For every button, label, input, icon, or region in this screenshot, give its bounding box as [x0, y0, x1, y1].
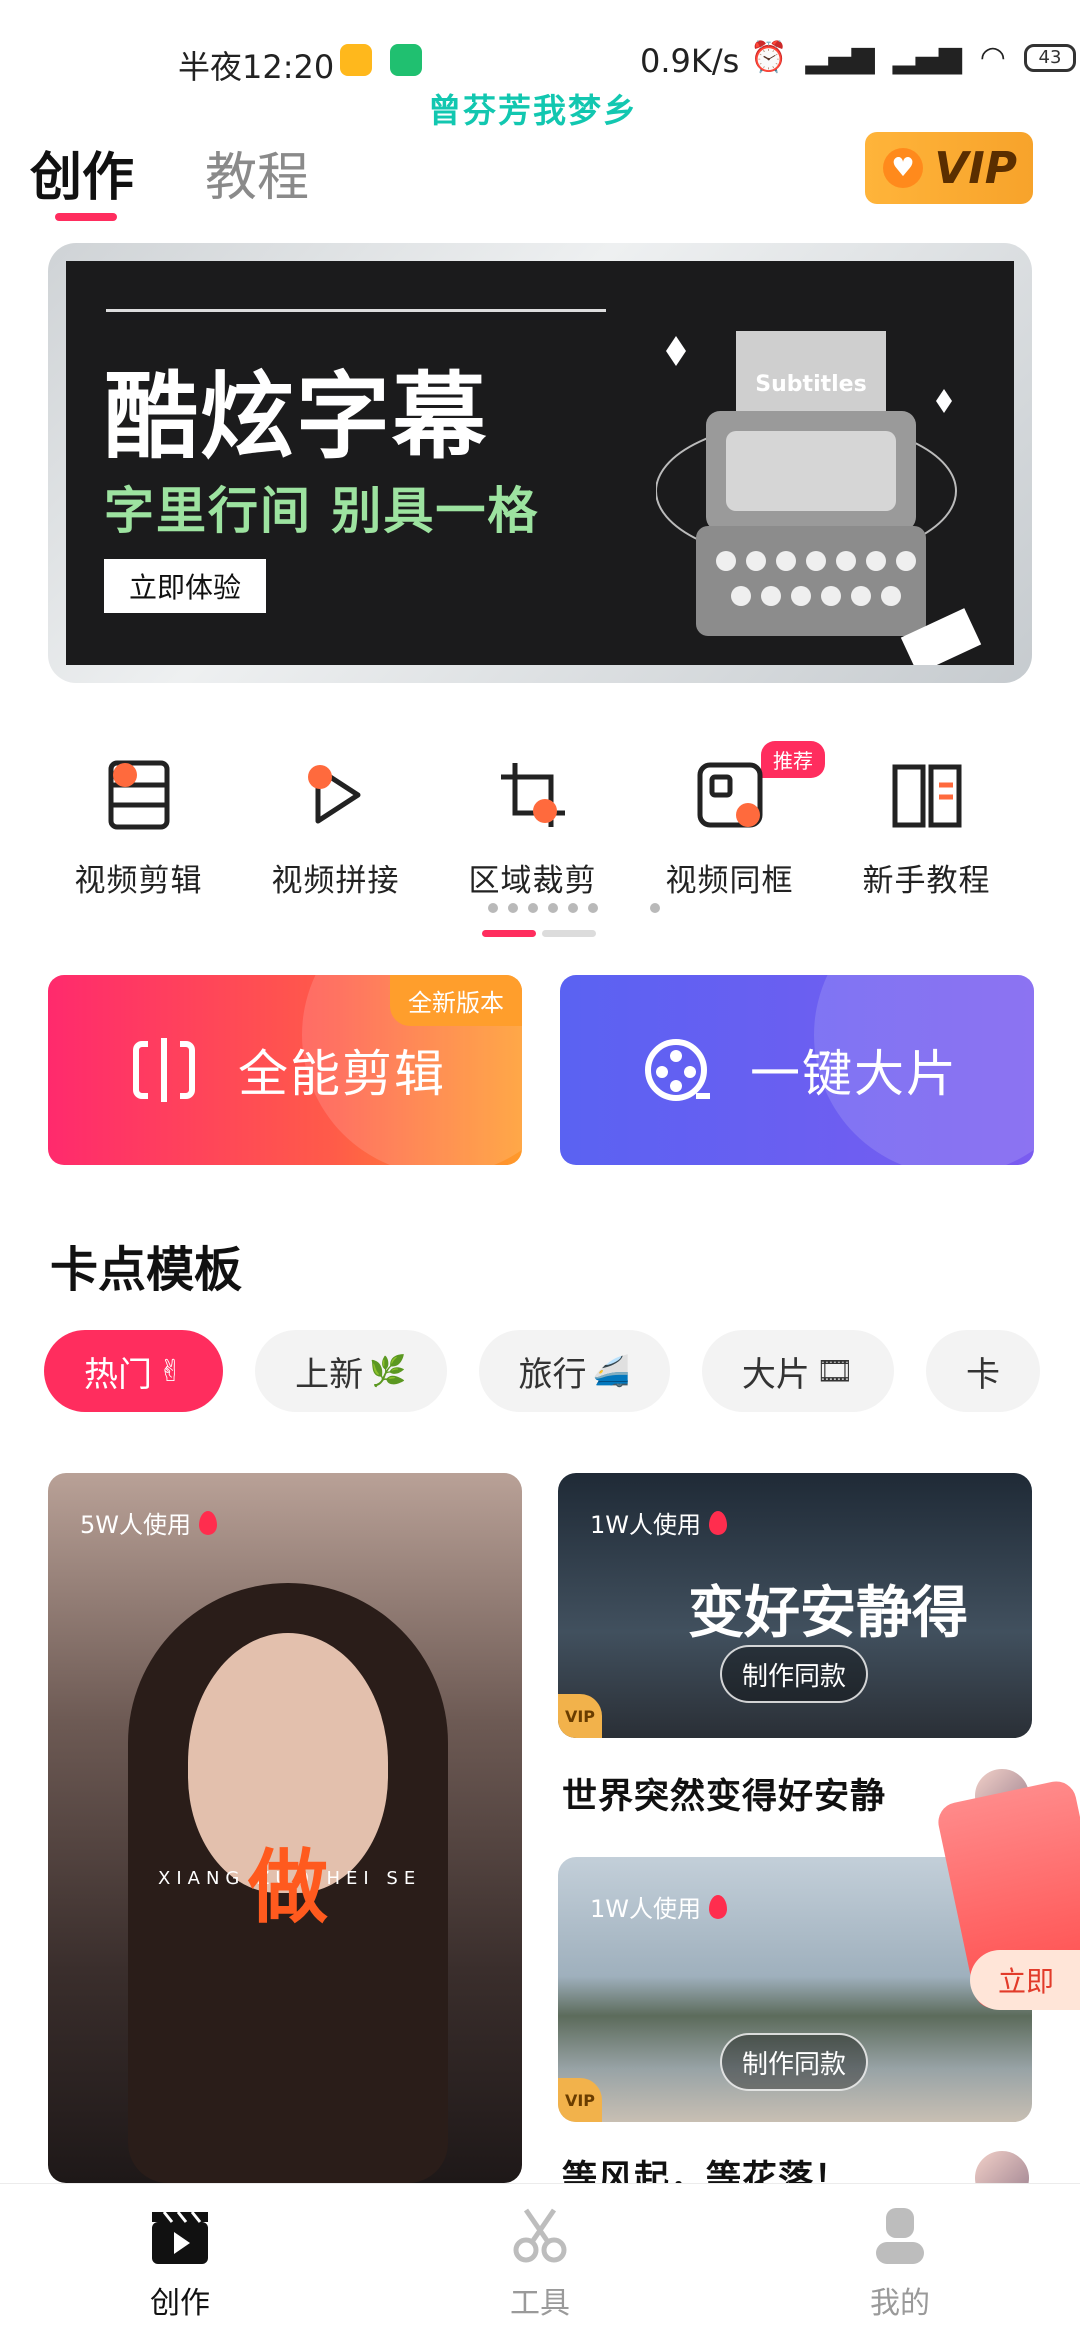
- flame-icon: [709, 1510, 727, 1535]
- nav-profile[interactable]: 我的: [720, 2184, 1080, 2340]
- tool-label: 视频剪辑: [74, 863, 203, 899]
- app-notification-icon: [390, 44, 422, 76]
- indicator-inactive: [542, 930, 596, 937]
- film-strip-icon: [108, 760, 169, 830]
- template-overlay-word: 变好安静得: [688, 1581, 968, 1646]
- banner-try-button[interactable]: 立即体验: [104, 559, 266, 613]
- chip-blockbuster[interactable]: 大片 🎞: [701, 1330, 894, 1412]
- vip-label: VIP: [934, 142, 1017, 194]
- tab-create[interactable]: 创作: [30, 135, 134, 210]
- flame-icon: [199, 1510, 217, 1535]
- vip-button[interactable]: ♥ VIP: [865, 132, 1033, 204]
- victory-hand-icon: ✌: [158, 1353, 184, 1389]
- heart-icon: ♥: [883, 148, 923, 188]
- usage-text: 1W人使用: [590, 1511, 701, 1539]
- tool-label: 区域裁剪: [468, 863, 597, 899]
- quick-tools-row: 视频剪辑 视频拼接 区域裁剪 推荐 视频同框 新手教程: [40, 741, 1040, 915]
- one-click-movie-card[interactable]: 一键大片: [560, 975, 1034, 1165]
- top-header: 创作 教程 ♥ VIP: [0, 125, 1080, 235]
- usage-text: 5W人使用: [80, 1511, 191, 1539]
- tab-active-indicator: [55, 213, 117, 221]
- templates-section-title: 卡点模板: [50, 1242, 243, 1298]
- chip-travel[interactable]: 旅行 🚄: [478, 1330, 670, 1412]
- battery-icon: 43: [1023, 43, 1076, 72]
- chip-hot[interactable]: 热门 ✌: [44, 1330, 224, 1412]
- template-card[interactable]: 5W人使用 XIANG ZUO HEI SE 做: [48, 1473, 522, 2183]
- status-icons: ⏰ ▂▄▆ ▂▄▆ ◠ 43: [750, 40, 1076, 75]
- chip-label: 上新: [295, 1354, 364, 1395]
- alarm-icon: ⏰: [750, 40, 788, 75]
- nav-label: 工具: [510, 2286, 570, 2321]
- edit-split-icon: [133, 1038, 195, 1102]
- bottom-navigation: 创作 工具 我的: [0, 2183, 1080, 2340]
- nav-tools[interactable]: 工具: [360, 2184, 720, 2340]
- video-join-icon: [307, 765, 360, 824]
- recommend-badge: 推荐: [761, 741, 825, 778]
- make-same-button[interactable]: 制作同款: [720, 1645, 868, 1703]
- network-speed: 0.9K/s: [640, 42, 740, 80]
- nav-create[interactable]: 创作: [0, 2184, 360, 2340]
- book-icon: [892, 764, 961, 828]
- red-packet-button[interactable]: 立即: [970, 1950, 1080, 2010]
- typewriter-illustration: Subtitles: [656, 331, 982, 665]
- tool-region-crop[interactable]: 区域裁剪: [434, 745, 631, 915]
- nav-label: 创作: [150, 2286, 210, 2321]
- usage-count: 5W人使用: [80, 1505, 217, 1540]
- clapperboard-icon: [152, 2211, 208, 2264]
- status-time: 半夜12:20: [178, 48, 335, 86]
- leaf-icon: 🌿: [369, 1353, 407, 1389]
- tool-label: 新手教程: [862, 863, 991, 899]
- train-icon: 🚄: [592, 1353, 630, 1389]
- indicator-active: [482, 930, 536, 937]
- tool-label: 视频拼接: [271, 863, 400, 899]
- usage-count: 1W人使用: [590, 1505, 727, 1540]
- flame-icon: [709, 1894, 727, 1919]
- tool-video-split[interactable]: 推荐 视频同框: [631, 741, 828, 915]
- crop-icon: [500, 763, 565, 827]
- vip-corner-badge: VIP: [558, 2078, 602, 2122]
- split-frame-icon: [697, 762, 762, 828]
- chip-new[interactable]: 上新 🌿: [255, 1330, 447, 1412]
- all-round-edit-card[interactable]: 全能剪辑 全新版本: [48, 975, 522, 1165]
- app-notification-icon: [340, 44, 372, 76]
- status-bar: 半夜12:20 0.9K/s ⏰ ▂▄▆ ▂▄▆ ◠ 43 曾芬芳我梦乡: [0, 0, 1080, 130]
- usage-count: 1W人使用: [590, 1889, 727, 1924]
- chip-label: 卡: [965, 1354, 1000, 1395]
- promo-banner[interactable]: 酷炫字幕 字里行间 别具一格 立即体验 Subtitles: [48, 243, 1032, 913]
- card-label: 一键大片: [750, 1045, 958, 1103]
- signal-icon: ▂▄▆: [805, 40, 875, 75]
- template-category-chips: 热门 ✌ 上新 🌿 旅行 🚄 大片 🎞 卡: [44, 1330, 1040, 1412]
- template-overlay-word: 做: [248, 1841, 328, 1934]
- typewriter-paper-text: Subtitles: [755, 372, 866, 397]
- tool-video-edit[interactable]: 视频剪辑: [40, 745, 237, 915]
- tool-video-join[interactable]: 视频拼接: [237, 745, 434, 915]
- nav-label: 我的: [870, 2286, 930, 2321]
- banner-subtitle: 字里行间 别具一格: [104, 482, 540, 540]
- wifi-icon: ◠: [979, 40, 1006, 75]
- banner-title: 酷炫字幕: [104, 363, 489, 472]
- vip-corner-badge: VIP: [558, 1694, 602, 1738]
- tool-label: 视频同框: [665, 863, 794, 899]
- film-reel-icon: [645, 1039, 710, 1101]
- usage-text: 1W人使用: [590, 1895, 701, 1923]
- make-same-button[interactable]: 制作同款: [720, 2033, 868, 2091]
- template-card[interactable]: 1W人使用 变好安静得 制作同款 VIP: [558, 1473, 1032, 1738]
- tools-page-indicator: [482, 930, 596, 937]
- template-title: 世界突然变得好安静: [562, 1777, 887, 1817]
- profile-icon: [876, 2208, 924, 2264]
- new-version-badge: 全新版本: [390, 975, 522, 1026]
- chip-label: 旅行: [518, 1354, 587, 1395]
- chip-beat[interactable]: 卡: [925, 1330, 1040, 1412]
- banner-content: 酷炫字幕 字里行间 别具一格 立即体验 Subtitles: [66, 261, 1014, 665]
- chip-label: 大片: [741, 1354, 810, 1395]
- scissors-icon: [513, 2208, 567, 2263]
- card-label: 全能剪辑: [238, 1045, 446, 1103]
- banner-divider: [106, 309, 606, 312]
- tab-tutorial[interactable]: 教程: [205, 135, 309, 210]
- chip-label: 热门: [84, 1354, 152, 1395]
- signal-icon: ▂▄▆: [892, 40, 962, 75]
- tool-tutorial[interactable]: 新手教程: [828, 745, 1025, 915]
- film-frames-icon: 🎞: [815, 1353, 854, 1389]
